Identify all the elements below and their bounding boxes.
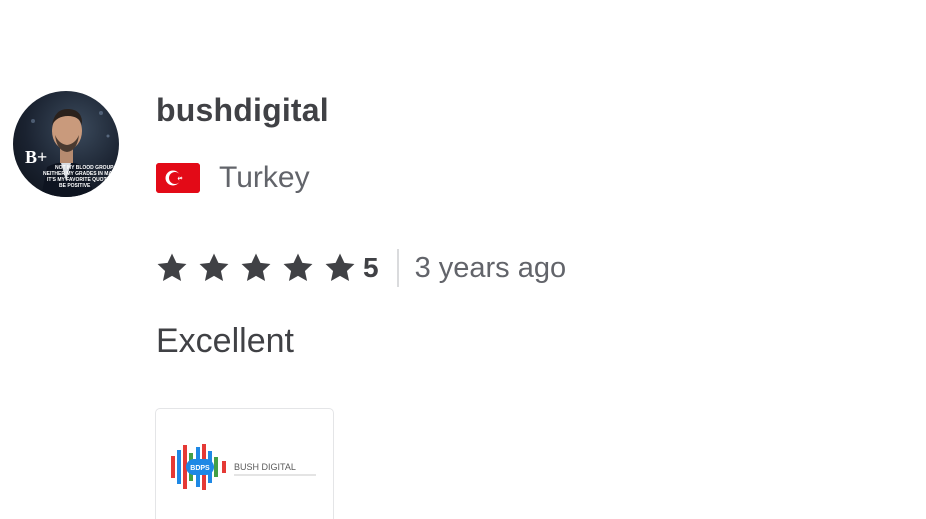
reviewer-country: Turkey [156,158,310,198]
star-rating [155,251,361,285]
star-icon [199,253,229,282]
star-icon [283,253,313,282]
star-icon [325,253,355,282]
reviewer-username[interactable]: bushdigital [156,92,329,129]
svg-text:BE POSITIVE: BE POSITIVE [59,183,91,189]
avatar-image: NOT MY BLOOD GROUP NEITHER MY GRADES IN … [25,108,119,197]
review-attachment-thumbnail[interactable]: BDPS BUSH DIGITAL [155,408,334,519]
rating-value: 5 [363,252,379,283]
review-text: Excellent [156,322,294,360]
country-name: Turkey [219,161,310,194]
bush-digital-logo: BDPS BUSH DIGITAL [171,444,316,490]
rating-divider [396,249,399,287]
star-icon [157,253,187,282]
logo-wordmark: BUSH DIGITAL [234,462,296,472]
reviewer-avatar[interactable]: NOT MY BLOOD GROUP NEITHER MY GRADES IN … [13,91,119,197]
turkey-flag-icon [156,163,200,193]
star-icon [241,253,271,282]
review-time-ago: 3 years ago [414,251,567,284]
rating-row: 5 3 years ago [155,248,566,288]
review-card: NOT MY BLOOD GROUP NEITHER MY GRADES IN … [0,0,926,519]
logo-monogram: BDPS [190,465,210,472]
avatar-badge: B+ [25,147,47,167]
